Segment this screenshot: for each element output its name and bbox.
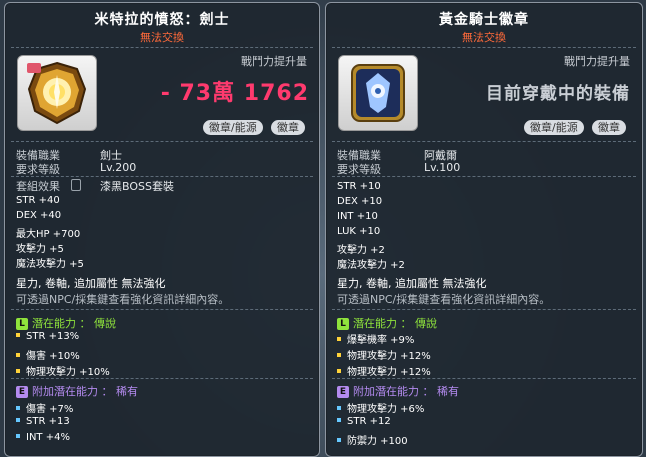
stat-line: LUK +10: [337, 226, 381, 237]
divider: [11, 141, 313, 142]
potential-line: 物理攻擊力 +12%: [337, 363, 431, 378]
item-icon-frame: [338, 55, 418, 131]
potential-line: STR +13%: [16, 331, 79, 342]
potential-line: 物理攻擊力 +12%: [337, 347, 431, 362]
stat-line: STR +40: [16, 195, 60, 206]
divider: [332, 309, 636, 310]
level-value: Lv.100: [424, 161, 461, 174]
divider: [11, 378, 313, 379]
set-effect-value: 漆黑BOSS套裝: [100, 180, 174, 193]
source-button[interactable]: 徽章/能源: [524, 120, 584, 135]
power-change-label: 戰鬥力提升量: [241, 55, 307, 68]
additional-potential-line: INT +4%: [16, 432, 70, 443]
additional-potential-line: 防禦力 +100: [337, 432, 408, 447]
additional-potential-line: STR +13: [16, 416, 70, 427]
level-value: Lv.200: [100, 161, 137, 174]
enhance-note: 可透過NPC/採集鍵查看強化資訊詳細內容。: [337, 293, 551, 306]
level-label: 要求等級: [337, 163, 381, 176]
divider: [11, 309, 313, 310]
power-change-value: - 73萬 1762: [160, 81, 309, 106]
enhance-restriction: 星力, 卷軸, 追加屬性 無法強化: [337, 277, 487, 290]
currently-equipped-label: 目前穿戴中的裝備: [486, 84, 630, 104]
set-effect-label: 套組效果: [16, 180, 60, 193]
stat-line: 攻擊力 +5: [16, 244, 64, 255]
badge-button[interactable]: 徽章: [592, 120, 626, 135]
stat-line: 最大HP +700: [16, 229, 81, 240]
stat-line: 攻擊力 +2: [337, 245, 385, 256]
epic-grade-icon: E: [16, 386, 28, 398]
legendary-grade-icon: L: [337, 318, 349, 330]
additional-potential-header: E 附加潛在能力 ： 稀有: [337, 383, 459, 399]
legendary-grade-icon: L: [16, 318, 28, 330]
item-tooltip-right: 黃金騎士徽章 無法交換 戰鬥力提升量 目前穿戴中的裝備 徽章/能源 徽章 裝備職…: [325, 2, 643, 457]
untradeable-label: 無法交換: [140, 31, 184, 44]
stat-line: 魔法攻擊力 +2: [337, 260, 405, 271]
potential-header: L 潛在能力 ： 傳說: [337, 315, 437, 331]
divider: [332, 176, 636, 177]
additional-potential-line: 物理攻擊力 +6%: [337, 400, 424, 415]
stat-line: 魔法攻擊力 +5: [16, 259, 84, 270]
stat-line: INT +10: [337, 211, 378, 222]
divider: [11, 47, 313, 48]
additional-potential-title: 附加潛在能力 ： 稀有: [353, 385, 459, 398]
additional-potential-header: E 附加潛在能力 ： 稀有: [16, 383, 138, 399]
badge-button[interactable]: 徽章: [271, 120, 305, 135]
source-button[interactable]: 徽章/能源: [203, 120, 263, 135]
epic-grade-icon: E: [337, 386, 349, 398]
additional-potential-title: 附加潛在能力 ： 稀有: [32, 385, 138, 398]
stat-line: DEX +10: [337, 196, 383, 207]
divider: [332, 141, 636, 142]
potential-line: 爆擊機率 +9%: [337, 331, 414, 346]
power-change-label: 戰鬥力提升量: [564, 55, 630, 68]
additional-potential-line: 傷害 +7%: [16, 400, 73, 415]
stat-line: STR +10: [337, 181, 381, 192]
potential-line: 傷害 +10%: [16, 347, 80, 362]
golden-knight-badge-icon: [351, 64, 405, 122]
item-title: 黃金騎士徽章: [439, 12, 529, 28]
divider: [332, 378, 636, 379]
lock-icon: [71, 179, 81, 191]
item-title: 米特拉的憤怒：劍士: [94, 12, 230, 28]
divider: [332, 47, 636, 48]
enhance-note: 可透過NPC/採集鍵查看強化資訊詳細內容。: [16, 293, 230, 306]
stat-line: DEX +40: [16, 210, 62, 221]
potential-title: 潛在能力 ： 傳說: [353, 317, 437, 330]
item-tooltip-left: 米特拉的憤怒：劍士 無法交換 戰鬥力提升量 - 73萬 1762 徽章/能源 徽…: [4, 2, 320, 457]
divider: [11, 176, 313, 177]
potential-line: 物理攻擊力 +10%: [16, 363, 110, 378]
potential-header: L 潛在能力 ： 傳說: [16, 315, 116, 331]
additional-potential-line: STR +12: [337, 416, 391, 427]
enhance-restriction: 星力, 卷軸, 追加屬性 無法強化: [16, 277, 166, 290]
level-label: 要求等級: [16, 163, 60, 176]
untradeable-label: 無法交換: [462, 31, 506, 44]
mitra-rage-emblem-icon: [27, 61, 87, 125]
potential-title: 潛在能力 ： 傳說: [32, 317, 116, 330]
item-icon-frame: [17, 55, 97, 131]
